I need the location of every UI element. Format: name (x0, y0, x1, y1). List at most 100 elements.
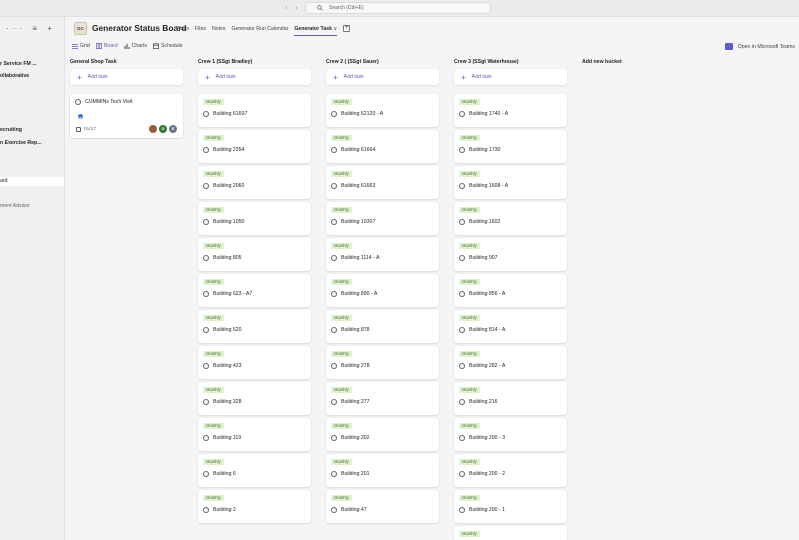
complete-checkbox[interactable] (203, 219, 209, 225)
task-card[interactable]: Monthly Building 201 (326, 454, 439, 487)
bucket-title[interactable]: General Shop Task (70, 59, 117, 65)
complete-checkbox[interactable] (459, 327, 465, 333)
complete-checkbox[interactable] (459, 507, 465, 513)
complete-checkbox[interactable] (203, 291, 209, 297)
complete-checkbox[interactable] (331, 399, 337, 405)
complete-checkbox[interactable] (331, 327, 337, 333)
task-card[interactable]: Monthly Building 10307 (326, 202, 439, 235)
complete-checkbox[interactable] (75, 99, 81, 105)
complete-checkbox[interactable] (203, 363, 209, 369)
complete-checkbox[interactable] (459, 147, 465, 153)
task-card[interactable]: Monthly Building 277 (326, 382, 439, 415)
complete-checkbox[interactable] (459, 363, 465, 369)
bucket-title[interactable]: Crew 1 (SSgt Bradley) (198, 59, 252, 65)
complete-checkbox[interactable] (459, 291, 465, 297)
task-card[interactable]: Monthly Building 1602 (454, 202, 567, 235)
complete-checkbox[interactable] (459, 399, 465, 405)
task-card[interactable]: Monthly Building 2060 (198, 166, 311, 199)
complete-checkbox[interactable] (331, 255, 337, 261)
task-card[interactable]: Monthly Building 1114 - A (326, 238, 439, 271)
task-card[interactable]: Monthly Building 2 (198, 490, 311, 523)
task-card[interactable]: Monthly Building 61697 (198, 94, 311, 127)
tab-generator-run-calendar[interactable]: Generator Run Calendar (232, 26, 289, 36)
task-card[interactable]: Monthly Building 423 (198, 346, 311, 379)
team-item[interactable]: ollaborative (0, 73, 29, 79)
task-card[interactable]: Monthly Building 890 - A (326, 274, 439, 307)
team-item[interactable]: n Exercise Rep... (0, 140, 42, 146)
back-icon[interactable]: ‹ (285, 3, 288, 12)
avatar[interactable] (149, 125, 157, 133)
task-card[interactable]: Monthly Building 856 - A (454, 274, 567, 307)
complete-checkbox[interactable] (459, 219, 465, 225)
avatar[interactable]: E (169, 125, 177, 133)
add-tab-button[interactable]: + (343, 25, 351, 32)
open-in-teams-link[interactable]: Open in Microsoft Teams (724, 43, 795, 50)
add-task-button[interactable]: + Add task (326, 69, 439, 85)
team-item-selected[interactable]: ard (0, 177, 64, 186)
task-card[interactable]: Monthly (454, 526, 567, 540)
bucket-title[interactable]: Crew 3 (SSgt Waterhouse) (454, 59, 519, 65)
complete-checkbox[interactable] (459, 183, 465, 189)
task-card[interactable]: Monthly Building 62120 - A (326, 94, 439, 127)
view-grid[interactable]: Grid (72, 43, 90, 49)
complete-checkbox[interactable] (459, 111, 465, 117)
task-card[interactable]: Monthly Building 200 - 1 (454, 490, 567, 523)
team-item[interactable]: r Service FM ... (0, 61, 37, 67)
complete-checkbox[interactable] (203, 435, 209, 441)
task-card[interactable]: Monthly Building 1740 - A (454, 94, 567, 127)
task-card[interactable]: Monthly Building 1608 - A (454, 166, 567, 199)
task-card[interactable]: Monthly Building 216 (454, 382, 567, 415)
complete-checkbox[interactable] (331, 183, 337, 189)
view-schedule[interactable]: Schedule (152, 43, 183, 49)
complete-checkbox[interactable] (331, 471, 337, 477)
task-card[interactable]: Monthly Building 1730 (454, 130, 567, 163)
tab-notes[interactable]: Notes (212, 26, 226, 36)
add-task-button[interactable]: + Add task (70, 69, 183, 85)
complete-checkbox[interactable] (459, 255, 465, 261)
add-task-button[interactable]: + Add task (198, 69, 311, 85)
complete-checkbox[interactable] (331, 435, 337, 441)
task-card[interactable]: Monthly Building 2354 (198, 130, 311, 163)
tab-posts[interactable]: Posts (176, 26, 189, 36)
task-card[interactable]: Monthly Building 47 (326, 490, 439, 523)
task-card[interactable]: Monthly Building 805 (198, 238, 311, 271)
complete-checkbox[interactable] (331, 291, 337, 297)
complete-checkbox[interactable] (331, 363, 337, 369)
add-task-button[interactable]: + Add task (454, 69, 567, 85)
task-card[interactable]: Monthly Building 61663 (326, 166, 439, 199)
task-card[interactable]: Monthly Building 1050 (198, 202, 311, 235)
view-board[interactable]: Board (95, 43, 118, 49)
complete-checkbox[interactable] (459, 471, 465, 477)
complete-checkbox[interactable] (203, 507, 209, 513)
task-card[interactable]: Monthly Building 328 (198, 382, 311, 415)
task-card[interactable]: Monthly Building 282 - A (454, 346, 567, 379)
task-card[interactable]: Monthly Building 6 (198, 454, 311, 487)
task-card[interactable]: Monthly Building 878 (326, 310, 439, 343)
add-bucket-link[interactable]: Add new bucket (582, 59, 622, 65)
complete-checkbox[interactable] (459, 435, 465, 441)
complete-checkbox[interactable] (331, 507, 337, 513)
team-item[interactable]: ecruiting (0, 127, 22, 133)
complete-checkbox[interactable] (331, 147, 337, 153)
pane-tools[interactable]: ··· ≡ + (6, 24, 56, 33)
task-card[interactable]: Monthly Building 620 (198, 310, 311, 343)
forward-icon[interactable]: › (295, 3, 298, 12)
complete-checkbox[interactable] (331, 219, 337, 225)
task-card[interactable]: Monthly Building 623 - A7 (198, 274, 311, 307)
complete-checkbox[interactable] (203, 147, 209, 153)
team-item[interactable]: ment Advisor (0, 203, 30, 209)
tab-files[interactable]: Files (195, 26, 206, 36)
complete-checkbox[interactable] (203, 111, 209, 117)
complete-checkbox[interactable] (203, 255, 209, 261)
task-card[interactable]: Monthly Building 200 - 2 (454, 454, 567, 487)
complete-checkbox[interactable] (203, 471, 209, 477)
task-card[interactable]: Monthly Building 814 - A (454, 310, 567, 343)
task-card[interactable]: CUMMINs Tech Visit 01/17 G E (70, 94, 183, 138)
task-card[interactable]: Monthly Building 61664 (326, 130, 439, 163)
complete-checkbox[interactable] (203, 183, 209, 189)
task-card[interactable]: Monthly Building 202 (326, 418, 439, 451)
task-card[interactable]: Monthly Building 278 (326, 346, 439, 379)
search-box[interactable]: Search (Ctrl+E) (305, 2, 491, 14)
tab-generator-task[interactable]: Generator Task ∨ (294, 26, 338, 36)
complete-checkbox[interactable] (203, 327, 209, 333)
